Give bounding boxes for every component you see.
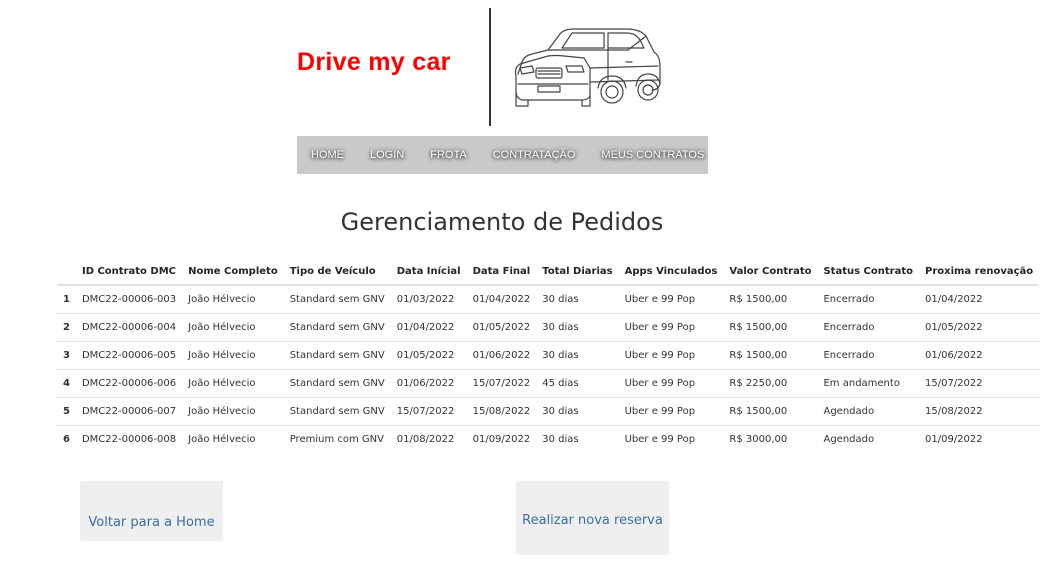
cell-renewal: 15/08/2022 [919,397,1040,426]
cell-total-days: 30 dias [536,425,619,453]
cell-total-days: 30 dias [536,284,619,314]
table-row: 6 DMC22-00006-008 João Hélvecio Premium … [57,425,1040,453]
cell-apps: Uber e 99 Pop [618,425,724,453]
page: Drive my car HOME LOGIN FROTA CONTRATAÇÃ… [0,0,1044,577]
cell-start-date: 01/06/2022 [390,369,467,398]
cell-vehicle: Standard sem GNV [283,284,391,314]
back-home-button[interactable]: Voltar para a Home [80,481,223,541]
orders-table: ID Contrato DMC Nome Completo Tipo de Ve… [57,258,1040,453]
column-header-index [57,258,76,286]
cell-apps: Uber e 99 Pop [618,313,724,342]
row-index: 4 [57,369,76,398]
cell-total-days: 30 dias [536,313,619,342]
cell-id: DMC22-00006-008 [75,425,183,453]
table-row: 1 DMC22-00006-003 João Hélvecio Standard… [57,284,1040,314]
cell-renewal: 01/09/2022 [919,425,1040,453]
cell-end-date: 15/07/2022 [466,369,537,398]
column-header-end-date: Data Final [466,258,537,286]
cell-end-date: 15/08/2022 [466,397,537,426]
cell-value: R$ 1500,00 [723,341,818,370]
cell-start-date: 01/04/2022 [390,313,467,342]
cell-end-date: 01/04/2022 [466,284,537,314]
cell-value: R$ 2250,00 [723,369,818,398]
cell-name: João Hélvecio [182,397,284,426]
cell-vehicle: Standard sem GNV [283,313,391,342]
column-header-renewal: Proxima renovação [919,258,1040,286]
main-nav: HOME LOGIN FROTA CONTRATAÇÃO MEUS CONTRA… [297,136,708,174]
cell-id: DMC22-00006-006 [75,369,183,398]
cell-apps: Uber e 99 Pop [618,397,724,426]
nav-item-contratacao[interactable]: CONTRATAÇÃO [493,149,576,161]
cell-status: Agendado [817,397,919,426]
cell-value: R$ 3000,00 [723,425,818,453]
cell-start-date: 15/07/2022 [390,397,467,426]
cell-total-days: 30 dias [536,341,619,370]
nav-item-meus-contratos[interactable]: MEUS CONTRATOS [601,149,704,161]
column-header-vehicle: Tipo de Veículo [283,258,391,286]
cell-name: João Hélvecio [182,341,284,370]
nav-item-home[interactable]: HOME [311,149,344,161]
cell-id: DMC22-00006-007 [75,397,183,426]
cell-vehicle: Standard sem GNV [283,397,391,426]
column-header-total-days: Total Diarias [536,258,619,286]
row-index: 3 [57,341,76,370]
row-index: 2 [57,313,76,342]
cell-start-date: 01/05/2022 [390,341,467,370]
cell-start-date: 01/03/2022 [390,284,467,314]
cell-vehicle: Standard sem GNV [283,341,391,370]
row-index: 1 [57,284,76,314]
cell-total-days: 30 dias [536,397,619,426]
cell-renewal: 01/06/2022 [919,341,1040,370]
cell-value: R$ 1500,00 [723,284,818,314]
new-reservation-button[interactable]: Realizar nova reserva [516,481,669,555]
cell-status: Encerrado [817,284,919,314]
cell-total-days: 45 dias [536,369,619,398]
column-header-start-date: Data Inícial [390,258,467,286]
cell-name: João Hélvecio [182,313,284,342]
cell-end-date: 01/05/2022 [466,313,537,342]
cell-renewal: 01/04/2022 [919,284,1040,314]
column-header-apps: Apps Vinculados [618,258,724,286]
logo-text[interactable]: Drive my car [297,48,451,77]
column-header-name: Nome Completo [182,258,284,286]
table-row: 3 DMC22-00006-005 João Hélvecio Standard… [57,341,1040,370]
row-index: 5 [57,397,76,426]
cell-vehicle: Standard sem GNV [283,369,391,398]
column-header-value: Valor Contrato [723,258,818,286]
cell-id: DMC22-00006-003 [75,284,183,314]
cell-value: R$ 1500,00 [723,397,818,426]
cell-value: R$ 1500,00 [723,313,818,342]
table-row: 4 DMC22-00006-006 João Hélvecio Standard… [57,369,1040,398]
table-row: 2 DMC22-00006-004 João Hélvecio Standard… [57,313,1040,342]
column-header-id: ID Contrato DMC [75,258,183,286]
logo-divider [489,8,491,126]
cell-apps: Uber e 99 Pop [618,341,724,370]
cell-end-date: 01/09/2022 [466,425,537,453]
cell-apps: Uber e 99 Pop [618,284,724,314]
cell-renewal: 15/07/2022 [919,369,1040,398]
cell-status: Encerrado [817,341,919,370]
cell-apps: Uber e 99 Pop [618,369,724,398]
nav-item-login[interactable]: LOGIN [370,149,404,161]
cell-status: Encerrado [817,313,919,342]
table-row: 5 DMC22-00006-007 João Hélvecio Standard… [57,397,1040,426]
cell-name: João Hélvecio [182,284,284,314]
cell-id: DMC22-00006-005 [75,341,183,370]
table-header-row: ID Contrato DMC Nome Completo Tipo de Ve… [57,258,1040,286]
car-icon [514,28,661,107]
cell-name: João Hélvecio [182,369,284,398]
cell-start-date: 01/08/2022 [390,425,467,453]
nav-item-frota[interactable]: FROTA [430,149,466,161]
page-title: Gerenciamento de Pedidos [340,208,664,236]
cell-vehicle: Premium com GNV [283,425,391,453]
cell-status: Agendado [817,425,919,453]
cell-end-date: 01/06/2022 [466,341,537,370]
cell-status: Em andamento [817,369,919,398]
cell-name: João Hélvecio [182,425,284,453]
column-header-status: Status Contrato [817,258,919,286]
cell-id: DMC22-00006-004 [75,313,183,342]
row-index: 6 [57,425,76,453]
cell-renewal: 01/05/2022 [919,313,1040,342]
